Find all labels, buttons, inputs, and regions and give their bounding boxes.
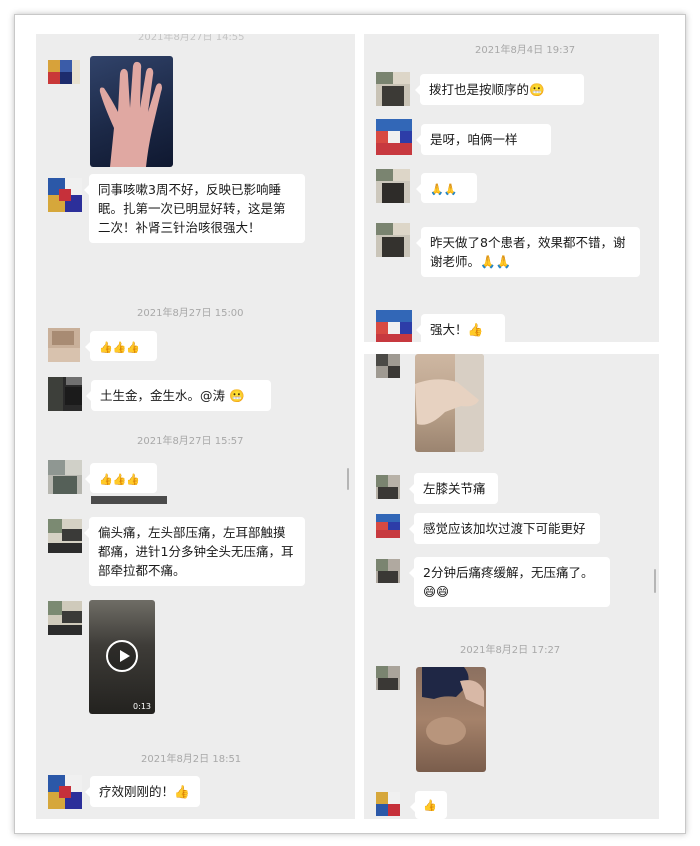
avatar bbox=[48, 60, 80, 84]
message-bubble[interactable]: 偏头痛，左头部压痛，左耳部触摸都痛，进针1分多钟全头无压痛，耳部牵拉都不痛。 bbox=[84, 517, 305, 586]
message-bubble[interactable]: 👍👍👍 bbox=[85, 331, 157, 361]
avatar bbox=[376, 514, 400, 538]
avatar bbox=[376, 223, 410, 257]
chat-panel-right-top: 2021年8月4日 19:37 拨打也是按顺序的😬 是呀，咱俩一样 🙏🙏 昨天做… bbox=[364, 34, 659, 342]
message-bubble[interactable]: 2分钟后痛疼缓解，无压痛了。😄😄 bbox=[409, 557, 610, 607]
avatar bbox=[376, 354, 400, 378]
timestamp: 2021年8月27日 14:55 bbox=[138, 34, 245, 43]
avatar bbox=[48, 328, 80, 362]
screenshot-frame: 2021年8月27日 14:55 同事咳嗽3周不好，反映已影响睡眠。扎第一次已明… bbox=[14, 14, 686, 834]
play-icon[interactable] bbox=[106, 640, 138, 672]
scrollbar[interactable] bbox=[654, 569, 656, 593]
message-bubble[interactable]: 拨打也是按顺序的😬 bbox=[415, 74, 584, 105]
message-bubble[interactable]: 土生金，金生水。@涛 😬 bbox=[86, 380, 271, 411]
avatar bbox=[48, 775, 82, 809]
avatar bbox=[376, 792, 400, 816]
hand-image bbox=[99, 61, 162, 167]
message-bubble[interactable]: 👍👍👍 bbox=[85, 463, 157, 493]
timestamp: 2021年8月2日 17:27 bbox=[460, 645, 561, 656]
message-bubble[interactable]: 🙏🙏 bbox=[416, 173, 477, 203]
chat-panel-left-bottom: 偏头痛，左头部压痛，左耳部触摸都痛，进针1分多钟全头无压痛，耳部牵拉都不痛。 0… bbox=[36, 496, 355, 819]
pray-hands-icon: 🙏🙏 bbox=[430, 183, 458, 196]
avatar bbox=[376, 119, 412, 155]
knee-photo[interactable] bbox=[416, 667, 486, 772]
wrist-photo[interactable] bbox=[415, 354, 484, 452]
message-bubble[interactable]: 感觉应该加坎过渡下可能更好 bbox=[409, 513, 600, 544]
message-bubble[interactable]: 左膝关节痛 bbox=[409, 473, 498, 504]
avatar bbox=[376, 666, 400, 690]
timestamp: 2021年8月27日 15:57 bbox=[137, 436, 244, 447]
message-bubble[interactable]: 昨天做了8个患者，效果都不错，谢谢老师。🙏🙏 bbox=[416, 227, 640, 277]
chat-panel-right-bottom: 左膝关节痛 感觉应该加坎过渡下可能更好 2分钟后痛疼缓解，无压痛了。😄😄 202… bbox=[364, 354, 659, 819]
scrollbar[interactable] bbox=[347, 468, 349, 490]
knee-image bbox=[422, 667, 484, 745]
video-message[interactable]: 0:13 bbox=[89, 600, 155, 714]
chat-panel-left-top: 2021年8月27日 14:55 同事咳嗽3周不好，反映已影响睡眠。扎第一次已明… bbox=[36, 34, 355, 504]
avatar bbox=[376, 475, 400, 499]
hand-image bbox=[415, 354, 484, 452]
thumbs-up-icon: 👍👍👍 bbox=[99, 341, 141, 354]
photo-edge bbox=[91, 496, 167, 504]
avatar bbox=[376, 310, 412, 342]
video-duration: 0:13 bbox=[133, 702, 151, 711]
avatar bbox=[376, 559, 400, 583]
thumbs-up-icon: 👍👍👍 bbox=[99, 473, 141, 486]
message-bubble[interactable]: 👍 bbox=[410, 791, 447, 819]
message-bubble[interactable]: 是呀，咱俩一样 bbox=[416, 124, 551, 155]
avatar bbox=[48, 460, 82, 494]
timestamp: 2021年8月4日 19:37 bbox=[475, 45, 576, 56]
thumbs-up-icon: 👍 bbox=[423, 799, 437, 812]
avatar bbox=[376, 169, 410, 203]
message-bubble[interactable]: 疗效刚刚的！👍 bbox=[85, 776, 200, 807]
avatar bbox=[376, 72, 410, 106]
palm-photo[interactable] bbox=[90, 56, 173, 167]
avatar bbox=[48, 178, 82, 212]
message-bubble[interactable]: 同事咳嗽3周不好，反映已影响睡眠。扎第一次已明显好转，这是第二次！补肾三针治咳很… bbox=[84, 174, 305, 243]
timestamp: 2021年8月27日 15:00 bbox=[137, 308, 244, 319]
avatar bbox=[48, 519, 82, 553]
avatar bbox=[48, 601, 82, 635]
message-bubble[interactable]: 强大！👍 bbox=[416, 314, 505, 342]
timestamp: 2021年8月2日 18:51 bbox=[141, 754, 242, 765]
avatar bbox=[48, 377, 82, 411]
